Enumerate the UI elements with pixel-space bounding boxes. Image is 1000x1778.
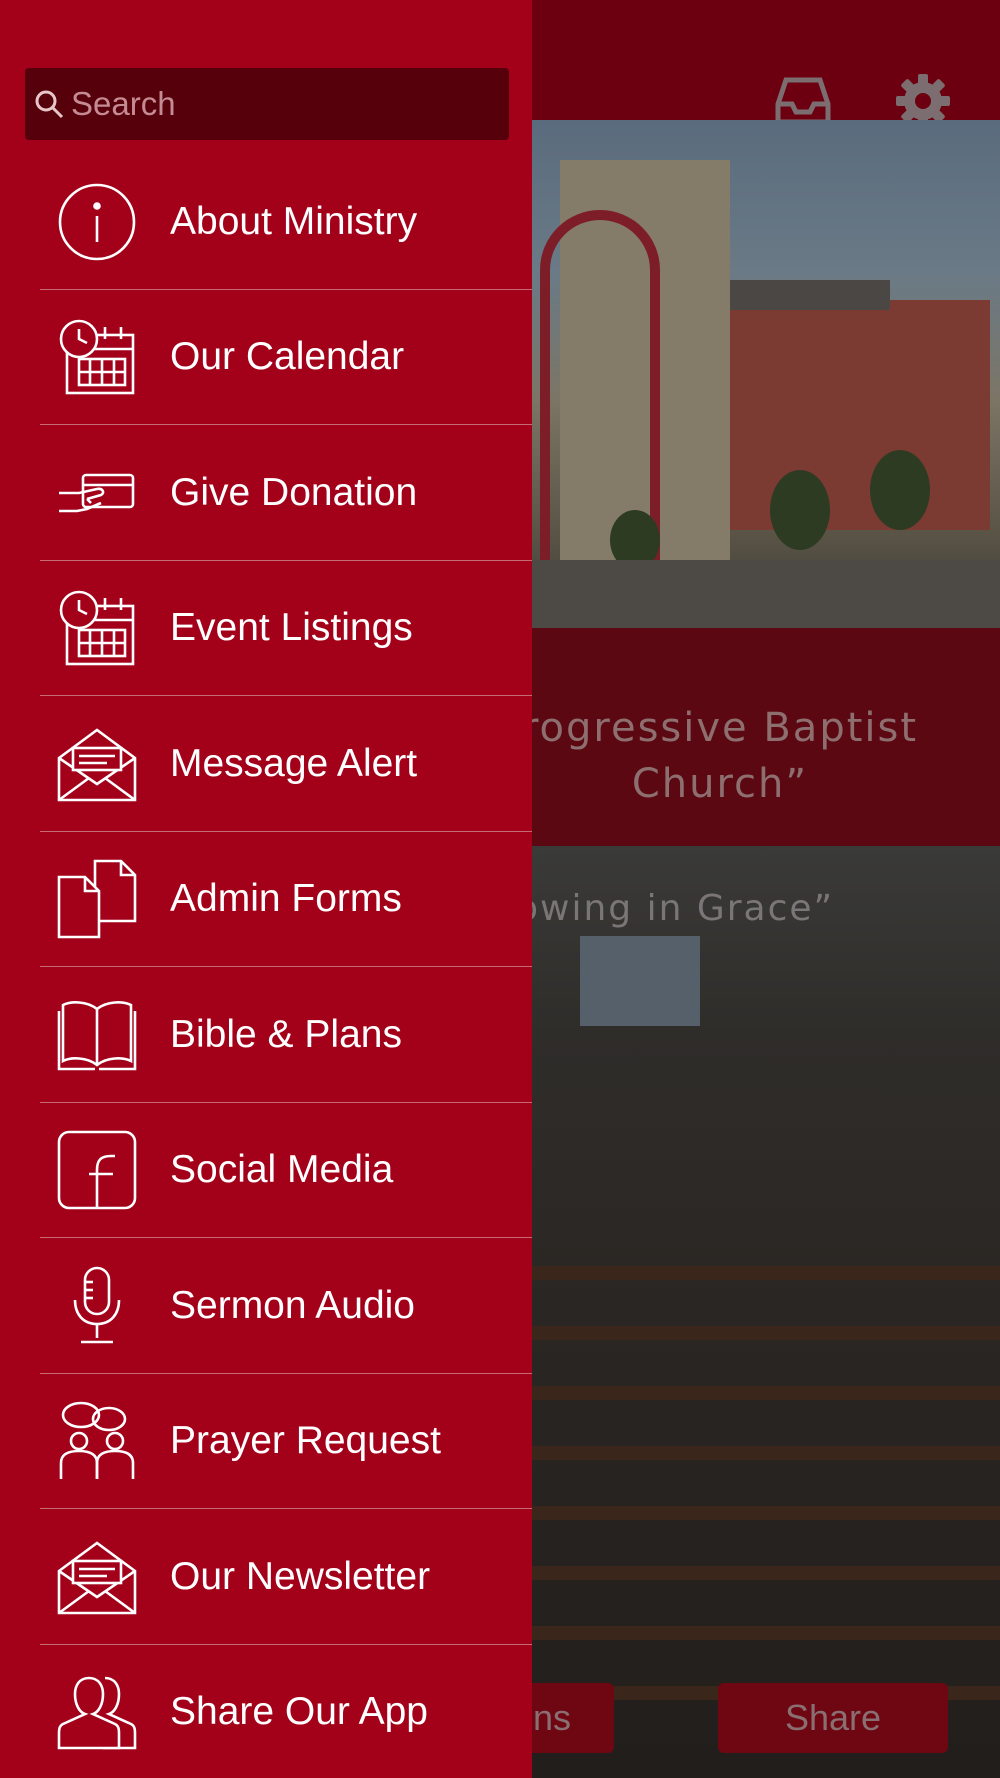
donation-hand-card-icon bbox=[57, 453, 137, 533]
menu-item-label: Social Media bbox=[170, 1148, 394, 1192]
envelope-open-icon bbox=[57, 1537, 137, 1617]
menu-item-label: Message Alert bbox=[170, 741, 418, 785]
search-icon bbox=[33, 88, 65, 120]
facebook-icon bbox=[57, 1130, 137, 1210]
menu-item-message-alert[interactable]: Message Alert bbox=[0, 696, 532, 832]
menu-item-label: Our Calendar bbox=[170, 335, 405, 379]
church-motto-text: rowing in Grace” bbox=[500, 888, 835, 929]
menu-item-social-media[interactable]: Social Media bbox=[0, 1103, 532, 1239]
envelope-open-icon bbox=[57, 724, 137, 804]
menu-item-label: Admin Forms bbox=[170, 877, 402, 921]
menu-item-label: Sermon Audio bbox=[170, 1283, 415, 1327]
microphone-icon bbox=[57, 1266, 137, 1346]
calendar-clock-icon bbox=[57, 317, 137, 397]
menu-item-label: Share Our App bbox=[170, 1690, 428, 1734]
info-icon bbox=[57, 182, 137, 262]
menu-item-label: About Ministry bbox=[170, 199, 418, 243]
documents-icon bbox=[57, 859, 137, 939]
search-bar bbox=[25, 68, 509, 140]
menu-item-our-calendar[interactable]: Our Calendar bbox=[0, 290, 532, 426]
side-drawer: About Ministry Our Calendar bbox=[0, 0, 532, 1778]
menu-item-give-donation[interactable]: Give Donation bbox=[0, 425, 532, 561]
menu-item-share-our-app[interactable]: Share Our App bbox=[0, 1645, 532, 1778]
menu-item-label: Prayer Request bbox=[170, 1419, 441, 1463]
menu-item-sermon-audio[interactable]: Sermon Audio bbox=[0, 1238, 532, 1374]
share-button[interactable]: Share bbox=[718, 1683, 948, 1753]
menu-item-label: Bible & Plans bbox=[170, 1012, 402, 1056]
open-book-icon bbox=[57, 995, 137, 1075]
search-input[interactable] bbox=[71, 85, 491, 123]
menu-item-about-ministry[interactable]: About Ministry bbox=[0, 154, 532, 290]
menu-item-our-newsletter[interactable]: Our Newsletter bbox=[0, 1509, 532, 1645]
menu-item-label: Our Newsletter bbox=[170, 1554, 431, 1598]
people-share-icon bbox=[57, 1672, 137, 1752]
calendar-clock-icon bbox=[57, 588, 137, 668]
church-title-text: rogressive Baptist Church” bbox=[521, 705, 919, 807]
menu-item-label: Event Listings bbox=[170, 606, 413, 650]
menu-item-admin-forms[interactable]: Admin Forms bbox=[0, 832, 532, 968]
people-chat-icon bbox=[57, 1401, 137, 1481]
menu-item-prayer-request[interactable]: Prayer Request bbox=[0, 1374, 532, 1510]
menu-item-bible-plans[interactable]: Bible & Plans bbox=[0, 967, 532, 1103]
drawer-menu: About Ministry Our Calendar Give Donatio… bbox=[0, 154, 532, 1778]
menu-item-event-listings[interactable]: Event Listings bbox=[0, 561, 532, 697]
menu-item-label: Give Donation bbox=[170, 470, 418, 514]
